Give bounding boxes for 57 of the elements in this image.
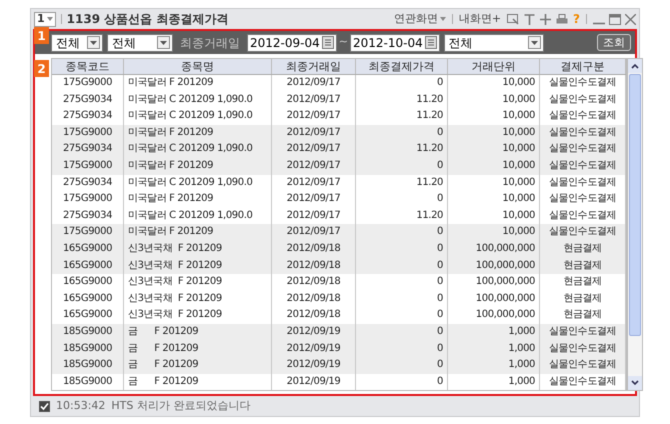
column-header[interactable]: 종목명 (124, 59, 272, 74)
filter-dropdown[interactable]: 전체 (51, 34, 103, 52)
text-icon[interactable] (524, 14, 536, 24)
price-cell: 0 (356, 374, 448, 390)
column-header[interactable]: 최종결제가격 (356, 59, 448, 74)
vertical-scrollbar[interactable] (627, 58, 643, 392)
table-row[interactable]: 275G9034 미국달러 C 201209 1,090.0 2012/09/17 11.20 10,000 실물인수도결제 (52, 208, 626, 224)
dropdown-caret-icon (157, 36, 170, 49)
window-title: 1139 상품선옵 최종결제가격 (66, 11, 228, 28)
plus-icon[interactable] (540, 14, 552, 24)
my-screen-button[interactable]: 내화면+ (458, 10, 502, 28)
status-message: HTS 처리가 완료되었습니다 (111, 398, 250, 414)
column-header[interactable]: 거래단위 (448, 59, 540, 74)
table-row[interactable]: 275G9034 미국달러 C 201209 1,090.0 2012/09/17 11.20 10,000 실물인수도결제 (52, 141, 626, 158)
related-screens-menu[interactable]: 연관화면 (394, 10, 446, 28)
table-row[interactable]: 185G9000 금 F 201209 2012/09/19 0 1,000 실물인수도결제 (52, 340, 626, 358)
dropdown-caret-icon (87, 36, 100, 49)
scroll-up-icon[interactable] (628, 59, 642, 73)
scrollbar-thumb[interactable] (629, 74, 641, 336)
close-icon[interactable] (625, 14, 636, 24)
date-field[interactable]: 2012-09-04 (247, 34, 337, 52)
table-row[interactable]: 175G9000 미국달러 F 201209 2012/09/17 0 10,000 실물인수도결제 (52, 224, 626, 241)
settlement-cell: 실물인수도결제 (540, 374, 626, 390)
table-row[interactable]: 165G9000 신3년국채 F 201209 2012/09/18 0 100,000,000 현금결제 (52, 258, 626, 274)
code-cell: 185G9000 (52, 374, 124, 390)
range-separator: ~ (338, 34, 348, 50)
printer-icon[interactable] (556, 14, 568, 24)
unit-cell: 1,000 (448, 374, 540, 390)
status-time: 10:53:42 (56, 398, 106, 414)
window-icon[interactable] (507, 14, 520, 24)
last-trade-date-label: 최종거래일 (180, 34, 240, 52)
column-header[interactable]: 최종거래일 (272, 59, 356, 74)
table-row[interactable]: 175G9000 미국달러 F 201209 2012/09/17 0 10,000 실물인수도결제 (52, 158, 626, 175)
name-cell: 금 F 201209 (124, 374, 272, 390)
table-row[interactable]: 165G9000 신3년국채 F 201209 2012/09/18 0 100,000,000 현금결제 (52, 240, 626, 258)
filter-dropdown[interactable]: 전체 (107, 34, 173, 52)
column-header[interactable]: 결제구분 (540, 59, 626, 74)
step-badge: 1 (34, 27, 49, 44)
table-row[interactable]: 185G9000 금 F 201209 2012/09/19 0 1,000 실물인수도결제 (52, 357, 626, 374)
table-row[interactable]: 185G9000 금 F 201209 2012/09/19 0 1,000 실물인수도결제 (52, 324, 626, 340)
filter-dropdown[interactable]: 전체 (444, 34, 544, 52)
calendar-icon[interactable] (322, 36, 334, 49)
table-row[interactable]: 175G9000 미국달러 F 201209 2012/09/17 0 10,000 실물인수도결제 (52, 124, 626, 142)
search-button[interactable]: 조회 (597, 34, 631, 51)
calendar-icon[interactable] (424, 36, 437, 49)
caret-icon (440, 17, 446, 21)
scroll-down-icon[interactable] (628, 376, 642, 390)
screen-number-dropdown[interactable]: 1 (34, 12, 56, 26)
maximize-icon[interactable] (609, 14, 621, 24)
date-cell: 2012/09/19 (272, 374, 356, 390)
table-row[interactable]: 275G9034 미국달러 C 201209 1,090.0 2012/09/17 11.20 10,000 실물인수도결제 (52, 174, 626, 192)
dropdown-caret-icon (528, 36, 541, 49)
date-field[interactable]: 2012-10-04 (350, 34, 440, 52)
caret-icon (46, 17, 53, 21)
step-badge: 2 (34, 60, 49, 77)
table-row[interactable]: 185G9000 금 F 201209 2012/09/19 0 1,000 실물인수도결제 (52, 374, 626, 390)
column-header[interactable]: 종목코드 (52, 59, 124, 74)
